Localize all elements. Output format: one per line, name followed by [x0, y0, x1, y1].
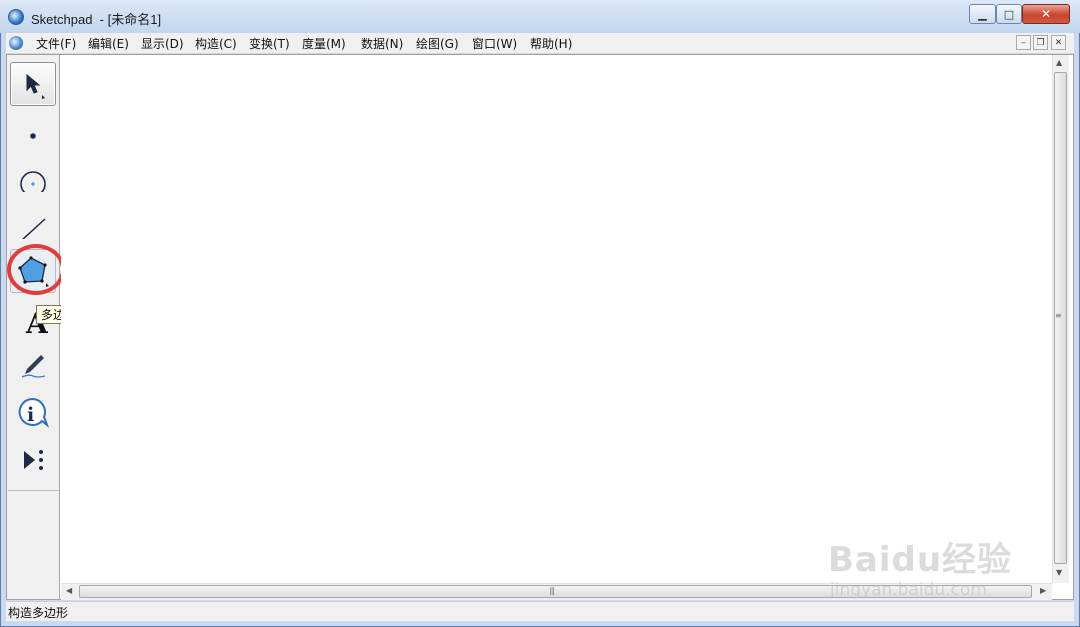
- close-icon: ✕: [1040, 7, 1052, 21]
- highlight-annotation-ring: [7, 244, 65, 295]
- menu-help[interactable]: 帮助(H): [530, 35, 572, 52]
- tool-compass[interactable]: [10, 155, 56, 199]
- toolbox-separator: [8, 490, 59, 491]
- compass-circle-icon: [20, 171, 46, 192]
- tool-straightedge[interactable]: [10, 202, 56, 246]
- window-title: Sketchpad - [未命名1]: [31, 12, 162, 27]
- custom-tools-play-icon: [24, 450, 43, 470]
- minimize-icon: –: [1021, 37, 1026, 48]
- menu-display[interactable]: 显示(D): [141, 35, 184, 52]
- menu-edit[interactable]: 编辑(E): [88, 35, 129, 52]
- scroll-up-icon[interactable]: ▲: [1056, 58, 1062, 67]
- window-maximize-button[interactable]: □: [996, 4, 1022, 24]
- tool-marker[interactable]: [10, 342, 56, 386]
- vertical-grip-icon: ≡: [1055, 311, 1062, 320]
- menu-window[interactable]: 窗口(W): [472, 35, 517, 52]
- document-restore-button[interactable]: ❐: [1033, 35, 1048, 50]
- menu-construct[interactable]: 构造(C): [195, 35, 237, 52]
- maximize-icon: □: [1003, 7, 1015, 21]
- restore-icon: ❐: [1036, 37, 1045, 48]
- tool-custom[interactable]: [10, 438, 56, 482]
- tool-information[interactable]: i: [10, 390, 56, 434]
- svg-text:i: i: [27, 404, 34, 426]
- status-text: 构造多边形: [8, 606, 69, 620]
- app-icon[interactable]: [8, 9, 24, 25]
- baidu-watermark-url: jingyan.baidu.com: [830, 580, 987, 600]
- marker-pen-icon: [21, 355, 46, 378]
- horizontal-grip-icon: |||: [549, 586, 555, 595]
- scroll-right-icon[interactable]: ▶: [1040, 586, 1046, 595]
- selection-arrow-icon: [26, 73, 45, 99]
- window-minimize-button[interactable]: ▁: [969, 4, 996, 24]
- scroll-down-icon[interactable]: ▼: [1056, 568, 1062, 577]
- minimize-icon: ▁: [978, 7, 987, 21]
- status-bar: [6, 601, 1074, 621]
- window-close-button[interactable]: ✕: [1022, 4, 1070, 24]
- menu-data[interactable]: 数据(N): [361, 35, 403, 52]
- document-icon[interactable]: [9, 36, 23, 50]
- baidu-watermark: Baidu经验: [828, 540, 1013, 580]
- line-segment-icon: [21, 218, 46, 239]
- sketch-canvas[interactable]: [61, 55, 1052, 583]
- menu-graph[interactable]: 绘图(G): [416, 35, 459, 52]
- scroll-left-icon[interactable]: ◀: [66, 586, 72, 595]
- document-close-button[interactable]: ✕: [1051, 35, 1066, 50]
- menu-transform[interactable]: 变换(T): [249, 35, 290, 52]
- document-minimize-button[interactable]: –: [1016, 35, 1031, 50]
- title-bar[interactable]: [0, 0, 1080, 33]
- close-icon: ✕: [1054, 37, 1063, 48]
- tool-point[interactable]: [10, 108, 56, 152]
- information-icon: i: [18, 397, 50, 429]
- menu-file[interactable]: 文件(F): [36, 35, 76, 52]
- menu-measure[interactable]: 度量(M): [302, 35, 346, 52]
- point-icon: [30, 133, 36, 139]
- tool-selection-arrow[interactable]: [10, 62, 56, 106]
